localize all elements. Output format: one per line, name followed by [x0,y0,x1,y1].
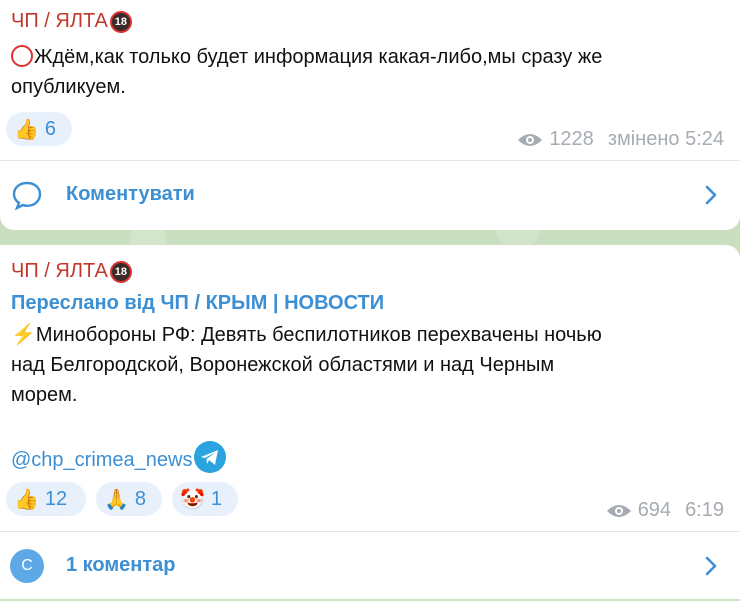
message-text-line: опубликуем. [11,76,126,98]
chevron-right-icon [705,556,717,576]
age-18-badge-icon: 18 [109,10,132,33]
message-text-line: над Белгородской, Воронежской областями … [11,354,555,376]
reaction-thumbs-up[interactable]: 👍 12 [6,482,86,516]
views-count: 1228 [549,128,594,150]
reaction-clown[interactable]: 🤡 1 [172,482,238,516]
reaction-count: 12 [44,487,68,510]
reaction-thumbs-up[interactable]: 👍 6 [6,112,72,146]
clown-face-icon: 🤡 [180,488,205,511]
sender-label: ЧП / ЯЛТА [11,260,108,282]
comments-count-label: 1 коментар [66,554,176,576]
thumbs-up-icon: 👍 [14,118,39,141]
sender-label: ЧП / ЯЛТА [11,10,108,32]
chevron-right-icon [705,185,717,205]
reaction-count: 1 [210,487,223,510]
reaction-count: 6 [44,117,57,140]
prohibited-icon [11,45,33,67]
comment-bubble-icon [12,181,42,210]
message-bubble: ЧП / ЯЛТА 18 Переслано від ЧП / КРЫМ | НО… [0,245,740,599]
edited-time: змінено 5:24 [607,128,724,150]
lightning-icon: ⚡ [11,324,36,346]
forwarded-from-link[interactable]: Переслано від ЧП / КРЫМ | НОВОСТИ [11,292,384,315]
commenter-avatar: C [10,549,44,583]
comment-button[interactable]: Коментувати [0,160,740,230]
message-text-line: морем. [11,384,78,406]
channel-link-text[interactable]: @chp_crimea_news [11,449,193,471]
sender-name[interactable]: ЧП / ЯЛТА 18 [11,10,132,33]
message-meta: 1228 змінено 5:24 [517,128,724,151]
message-text-line: Минобороны РФ: Девять беспилотников пере… [35,324,602,346]
comment-label: Коментувати [66,183,195,205]
message-time: 6:19 [685,499,724,521]
message-bubble: ЧП / ЯЛТА 18 Ждём,как только будет информ… [0,0,740,230]
reaction-count: 8 [134,487,147,510]
message-meta: 694 6:19 [606,499,724,522]
sender-name[interactable]: ЧП / ЯЛТА 18 [11,260,132,283]
comments-button[interactable]: C 1 коментар [0,531,740,601]
telegram-icon [193,441,226,473]
channel-link[interactable]: @chp_crimea_news [11,441,226,475]
age-18-badge-icon: 18 [109,260,132,283]
message-text: ⚡Минобороны РФ: Девять беспилотников пер… [11,320,602,410]
eye-icon [518,133,543,146]
folded-hands-icon: 🙏 [104,488,129,511]
views-count: 694 [637,499,672,521]
message-text-line: Ждём,как только будет информация какая-л… [34,46,603,68]
message-text: Ждём,как только будет информация какая-л… [11,42,602,102]
thumbs-up-icon: 👍 [14,488,39,511]
reaction-pray[interactable]: 🙏 8 [96,482,162,516]
eye-icon [606,504,631,517]
